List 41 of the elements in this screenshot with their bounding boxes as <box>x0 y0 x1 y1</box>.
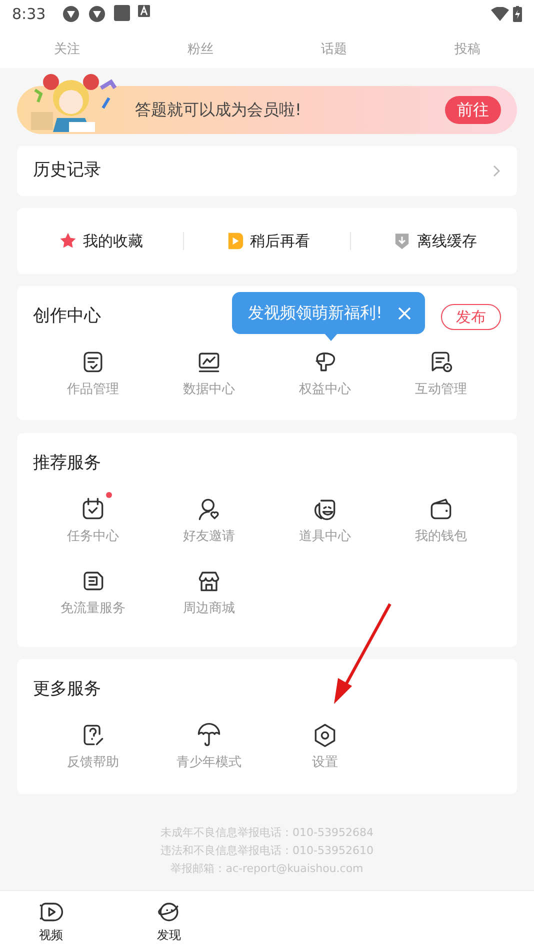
stat-label[interactable]: 粉丝 <box>187 42 214 57</box>
grid-item[interactable]: 好友邀请 <box>151 495 267 546</box>
tooltip-text: 发视频领萌新福利! <box>248 302 382 324</box>
section-title: 创作中心 <box>33 305 101 328</box>
close-icon[interactable] <box>398 306 412 320</box>
chevron-right-icon <box>493 165 501 177</box>
square-notification-icon <box>114 5 130 21</box>
nav-tab[interactable]: 视频 <box>16 898 86 944</box>
grid-item[interactable]: 权益中心 <box>267 348 383 400</box>
banner-text: 答题就可以成为会员啦! <box>135 99 302 121</box>
status-time: 8:33 <box>12 4 46 25</box>
shortcut-item[interactable]: 我的收藏 <box>17 230 183 252</box>
stat-label[interactable]: 关注 <box>54 42 80 57</box>
section-title: 更多服务 <box>33 678 101 702</box>
battery-icon <box>513 6 522 22</box>
keyboard-notification-icon <box>138 5 150 17</box>
shortcut-item[interactable]: 离线缓存 <box>351 230 517 252</box>
stat-label[interactable]: 投稿 <box>454 42 480 57</box>
history-row[interactable]: 历史记录 <box>17 146 517 196</box>
stat-label[interactable]: 话题 <box>320 42 347 57</box>
nav-tab[interactable]: 发现 <box>134 898 204 944</box>
publish-button[interactable]: 发布 <box>441 304 501 330</box>
grid-item[interactable]: 设置 <box>267 721 383 772</box>
grid-item[interactable]: 数据中心 <box>151 348 267 400</box>
section-title: 历史记录 <box>33 159 101 182</box>
shortcut-item[interactable]: 稍后再看 <box>184 230 350 252</box>
section-title: 推荐服务 <box>33 452 101 476</box>
grid-item[interactable]: 周边商城 <box>151 566 267 618</box>
grid-item[interactable]: 道具中心 <box>267 495 383 546</box>
wifi-icon <box>491 7 509 21</box>
go-button[interactable]: 前往 <box>445 96 501 124</box>
grid-item[interactable]: 免流量服务 <box>35 566 151 618</box>
grid-item[interactable]: 任务中心 <box>35 495 151 546</box>
grid-item[interactable]: 我的钱包 <box>383 495 499 546</box>
app-notification-icon <box>88 5 106 23</box>
umbrella-icon <box>195 721 223 749</box>
grid-item[interactable]: 青少年模式 <box>151 721 267 772</box>
app-notification-icon <box>62 5 80 23</box>
grid-item[interactable]: 反馈帮助 <box>35 721 151 772</box>
grid-item[interactable]: 互动管理 <box>383 348 499 400</box>
grid-item[interactable]: 作品管理 <box>35 348 151 400</box>
